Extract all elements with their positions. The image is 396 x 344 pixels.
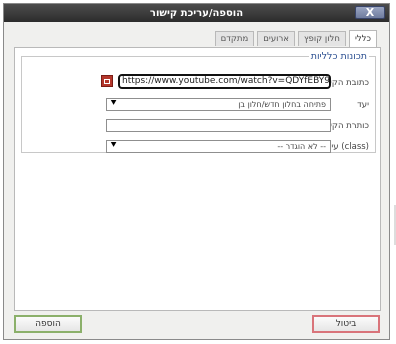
title-row: כותרת הקישור [22, 119, 375, 133]
dialog-titlebar[interactable]: הוספה/עריכת קישור X [4, 4, 389, 22]
target-row: יעד פתיחה בחלון חדש/חלון בן ⯆ [22, 98, 375, 112]
cancel-button[interactable]: ביטול [312, 315, 380, 333]
class-value: -- לא הוגדר -- [277, 142, 326, 151]
target-value: פתיחה בחלון חדש/חלון בן [238, 100, 326, 109]
insert-link-dialog: הוספה/עריכת קישור X כללי חלון קופץ ארועי… [3, 3, 390, 340]
insert-button[interactable]: הוספה [14, 315, 82, 333]
general-properties-fieldset: תכונות כלליות כתובת הקישור https://www.y… [21, 51, 376, 153]
url-input[interactable]: https://www.youtube.com/watch?v=QDYfEBY9… [118, 74, 331, 89]
class-select[interactable]: -- לא הוגדר -- ⯆ [106, 140, 331, 153]
chevron-down-icon: ⯆ [110, 99, 118, 109]
close-button[interactable]: X [355, 6, 385, 19]
general-properties-legend: תכונות כלליות [310, 51, 367, 62]
target-label: יעד [357, 100, 369, 110]
target-select[interactable]: פתיחה בחלון חדש/חלון בן ⯆ [106, 98, 331, 111]
tab-advanced[interactable]: מתקדם [214, 31, 255, 46]
tab-events[interactable]: ארועים [257, 31, 295, 46]
link-title-input[interactable] [106, 119, 331, 132]
class-row: עיצוב (class) -- לא הוגדר -- ⯆ [22, 140, 375, 154]
close-icon: X [365, 6, 375, 19]
tab-general[interactable]: כללי [348, 30, 377, 47]
url-row: כתובת הקישור https://www.youtube.com/wat… [22, 74, 375, 90]
chevron-down-icon: ⯆ [110, 141, 118, 151]
tab-popup[interactable]: חלון קופץ [297, 31, 346, 46]
tab-bar: כללי חלון קופץ ארועים מתקדם [214, 30, 377, 47]
browse-icon[interactable] [101, 75, 113, 87]
tab-panel-general: תכונות כלליות כתובת הקישור https://www.y… [14, 47, 381, 311]
dialog-title: הוספה/עריכת קישור [149, 7, 244, 19]
